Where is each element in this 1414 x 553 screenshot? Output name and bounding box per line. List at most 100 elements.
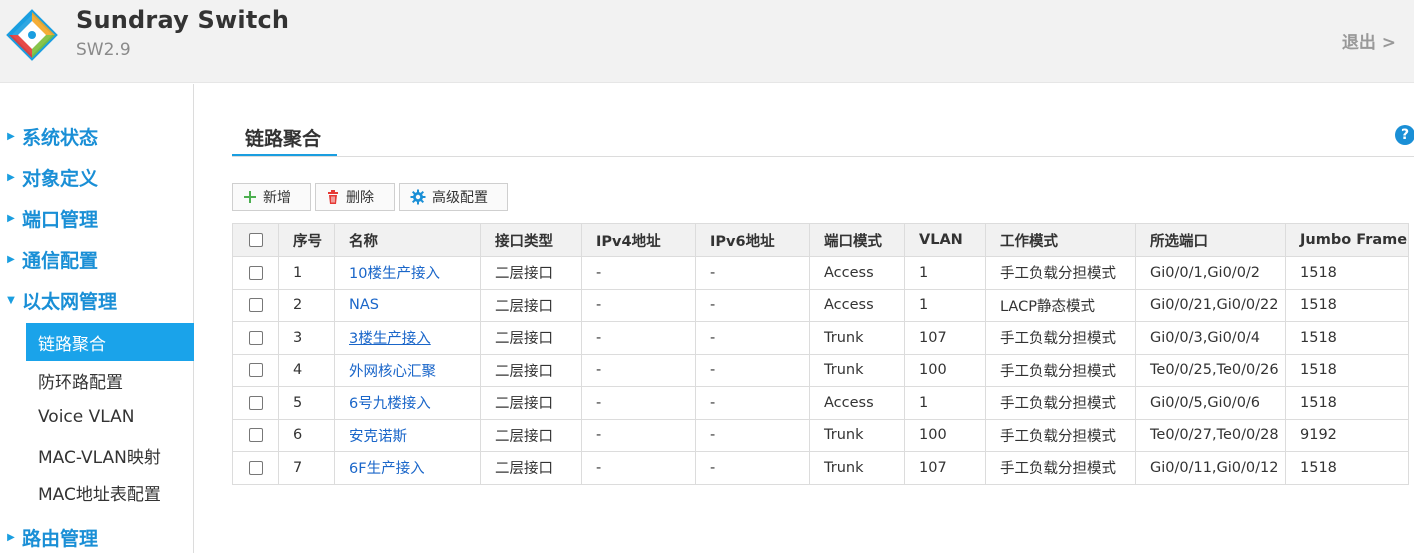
select-all-cell bbox=[232, 223, 279, 257]
cell-jumbo-frame: 1518 bbox=[1285, 386, 1409, 420]
cell-ipv6: - bbox=[695, 451, 810, 485]
plus-icon bbox=[243, 190, 257, 204]
cell-port-mode: Access bbox=[809, 386, 905, 420]
link-aggregation-table: 序号 名称 接口类型 IPv4地址 IPv6地址 端口模式 VLAN 工作模式 … bbox=[232, 223, 1409, 485]
cell-ipv4: - bbox=[581, 353, 696, 387]
cell-interface-type: 二层接口 bbox=[480, 288, 582, 322]
cell-no: 5 bbox=[278, 386, 335, 420]
top-header: Sundray Switch SW2.9 退出 > bbox=[0, 0, 1414, 83]
delete-button[interactable]: 删除 bbox=[315, 183, 395, 211]
help-icon[interactable]: ? bbox=[1395, 125, 1414, 145]
row-checkbox[interactable] bbox=[248, 298, 263, 313]
aggregation-name-link[interactable]: 3楼生产接入 bbox=[349, 331, 431, 347]
cell-no: 2 bbox=[278, 288, 335, 322]
table-row: 7 6F生产接入 二层接口 - - Trunk 107 手工负载分担模式 Gi0… bbox=[232, 451, 1409, 485]
cell-name: 安克诺斯 bbox=[334, 418, 481, 452]
page-title-tab: 链路聚合 bbox=[232, 120, 337, 157]
sidebar-item-loop-protection[interactable]: 防环路配置 bbox=[26, 361, 194, 399]
cell-port-mode: Trunk bbox=[809, 418, 905, 452]
sidebar-group-label: 端口管理 bbox=[22, 208, 99, 231]
cell-jumbo-frame: 9192 bbox=[1285, 418, 1409, 452]
sidebar-group-ethernet-management[interactable]: ▼ 以太网管理 bbox=[0, 286, 194, 314]
logout-link[interactable]: 退出 > bbox=[1342, 28, 1396, 53]
cell-port-mode: Access bbox=[809, 288, 905, 322]
row-checkbox[interactable] bbox=[248, 330, 263, 345]
sidebar-item-voice-vlan[interactable]: Voice VLAN bbox=[26, 398, 194, 436]
cell-interface-type: 二层接口 bbox=[480, 386, 582, 420]
caret-right-icon: ▶ bbox=[7, 171, 15, 183]
cell-selected-ports: Gi0/0/11,Gi0/0/12 bbox=[1135, 451, 1286, 485]
sidebar-group-object-definition[interactable]: ▶ 对象定义 bbox=[0, 163, 194, 191]
caret-right-icon: ▶ bbox=[7, 212, 15, 224]
cell-jumbo-frame: 1518 bbox=[1285, 288, 1409, 322]
cell-port-mode: Access bbox=[809, 256, 905, 290]
aggregation-name-link[interactable]: 安克诺斯 bbox=[349, 429, 407, 445]
row-checkbox[interactable] bbox=[248, 460, 263, 475]
add-button[interactable]: 新增 bbox=[232, 183, 311, 211]
column-header: Jumbo Frame bbox=[1285, 223, 1409, 257]
sidebar-item-mac-vlan-mapping[interactable]: MAC-VLAN映射 bbox=[26, 436, 194, 474]
aggregation-name-link[interactable]: 外网核心汇聚 bbox=[349, 364, 436, 380]
cell-no: 6 bbox=[278, 418, 335, 452]
title-divider bbox=[232, 156, 1414, 157]
version-label: SW2.9 bbox=[76, 40, 131, 60]
cell-vlan: 100 bbox=[904, 418, 986, 452]
sidebar-group-communication-config[interactable]: ▶ 通信配置 bbox=[0, 245, 194, 273]
aggregation-name-link[interactable]: 6F生产接入 bbox=[349, 461, 425, 477]
cell-selected-ports: Gi0/0/5,Gi0/0/6 bbox=[1135, 386, 1286, 420]
cell-selected-ports: Te0/0/25,Te0/0/26 bbox=[1135, 353, 1286, 387]
column-header: VLAN bbox=[904, 223, 986, 257]
cell-selected-ports: Gi0/0/1,Gi0/0/2 bbox=[1135, 256, 1286, 290]
advanced-config-button[interactable]: 高级配置 bbox=[399, 183, 508, 211]
cell-interface-type: 二层接口 bbox=[480, 256, 582, 290]
sidebar-item-mac-table-config[interactable]: MAC地址表配置 bbox=[26, 473, 194, 511]
sidebar-item-link-aggregation[interactable]: 链路聚合 bbox=[26, 323, 194, 361]
cell-ipv4: - bbox=[581, 418, 696, 452]
sidebar-group-label: 路由管理 bbox=[22, 527, 99, 550]
cell-no: 3 bbox=[278, 321, 335, 355]
sidebar-group-label: 对象定义 bbox=[22, 167, 99, 190]
row-select-cell bbox=[232, 321, 279, 355]
gear-icon bbox=[410, 189, 426, 205]
cell-port-mode: Trunk bbox=[809, 451, 905, 485]
add-button-label: 新增 bbox=[263, 190, 291, 206]
cell-jumbo-frame: 1518 bbox=[1285, 321, 1409, 355]
cell-interface-type: 二层接口 bbox=[480, 353, 582, 387]
cell-vlan: 107 bbox=[904, 451, 986, 485]
table-row: 3 3楼生产接入 二层接口 - - Trunk 107 手工负载分担模式 Gi0… bbox=[232, 321, 1409, 355]
sidebar-group-system-status[interactable]: ▶ 系统状态 bbox=[0, 122, 194, 150]
cell-interface-type: 二层接口 bbox=[480, 321, 582, 355]
caret-down-icon: ▼ bbox=[7, 294, 15, 306]
row-select-cell bbox=[232, 451, 279, 485]
cell-selected-ports: Gi0/0/21,Gi0/0/22 bbox=[1135, 288, 1286, 322]
cell-name: 外网核心汇聚 bbox=[334, 353, 481, 387]
cell-port-mode: Trunk bbox=[809, 353, 905, 387]
aggregation-name-link[interactable]: NAS bbox=[349, 297, 379, 313]
sidebar-group-port-management[interactable]: ▶ 端口管理 bbox=[0, 204, 194, 232]
select-all-checkbox[interactable] bbox=[248, 233, 263, 247]
row-checkbox[interactable] bbox=[248, 395, 263, 410]
sidebar-group-routing-management[interactable]: ▶ 路由管理 bbox=[0, 523, 194, 551]
caret-right-icon: ▶ bbox=[7, 130, 15, 142]
cell-selected-ports: Gi0/0/3,Gi0/0/4 bbox=[1135, 321, 1286, 355]
cell-work-mode: 手工负载分担模式 bbox=[985, 418, 1136, 452]
sidebar: ▶ 系统状态 ▶ 对象定义 ▶ 端口管理 ▶ 通信配置 ▼ 以太网管理 链路聚合… bbox=[0, 84, 194, 553]
row-select-cell bbox=[232, 418, 279, 452]
cell-ipv6: - bbox=[695, 386, 810, 420]
cell-name: NAS bbox=[334, 288, 481, 322]
cell-ipv4: - bbox=[581, 386, 696, 420]
aggregation-name-link[interactable]: 10楼生产接入 bbox=[349, 266, 440, 282]
aggregation-name-link[interactable]: 6号九楼接入 bbox=[349, 396, 431, 412]
cell-ipv6: - bbox=[695, 418, 810, 452]
cell-ipv4: - bbox=[581, 288, 696, 322]
row-checkbox[interactable] bbox=[248, 363, 263, 378]
row-select-cell bbox=[232, 353, 279, 387]
row-checkbox[interactable] bbox=[248, 265, 263, 280]
table-row: 4 外网核心汇聚 二层接口 - - Trunk 100 手工负载分担模式 Te0… bbox=[232, 353, 1409, 387]
cell-no: 7 bbox=[278, 451, 335, 485]
trash-icon bbox=[326, 189, 340, 205]
row-checkbox[interactable] bbox=[248, 428, 263, 443]
table-header-row: 序号 名称 接口类型 IPv4地址 IPv6地址 端口模式 VLAN 工作模式 … bbox=[232, 223, 1409, 257]
cell-ipv6: - bbox=[695, 256, 810, 290]
cell-work-mode: 手工负载分担模式 bbox=[985, 321, 1136, 355]
